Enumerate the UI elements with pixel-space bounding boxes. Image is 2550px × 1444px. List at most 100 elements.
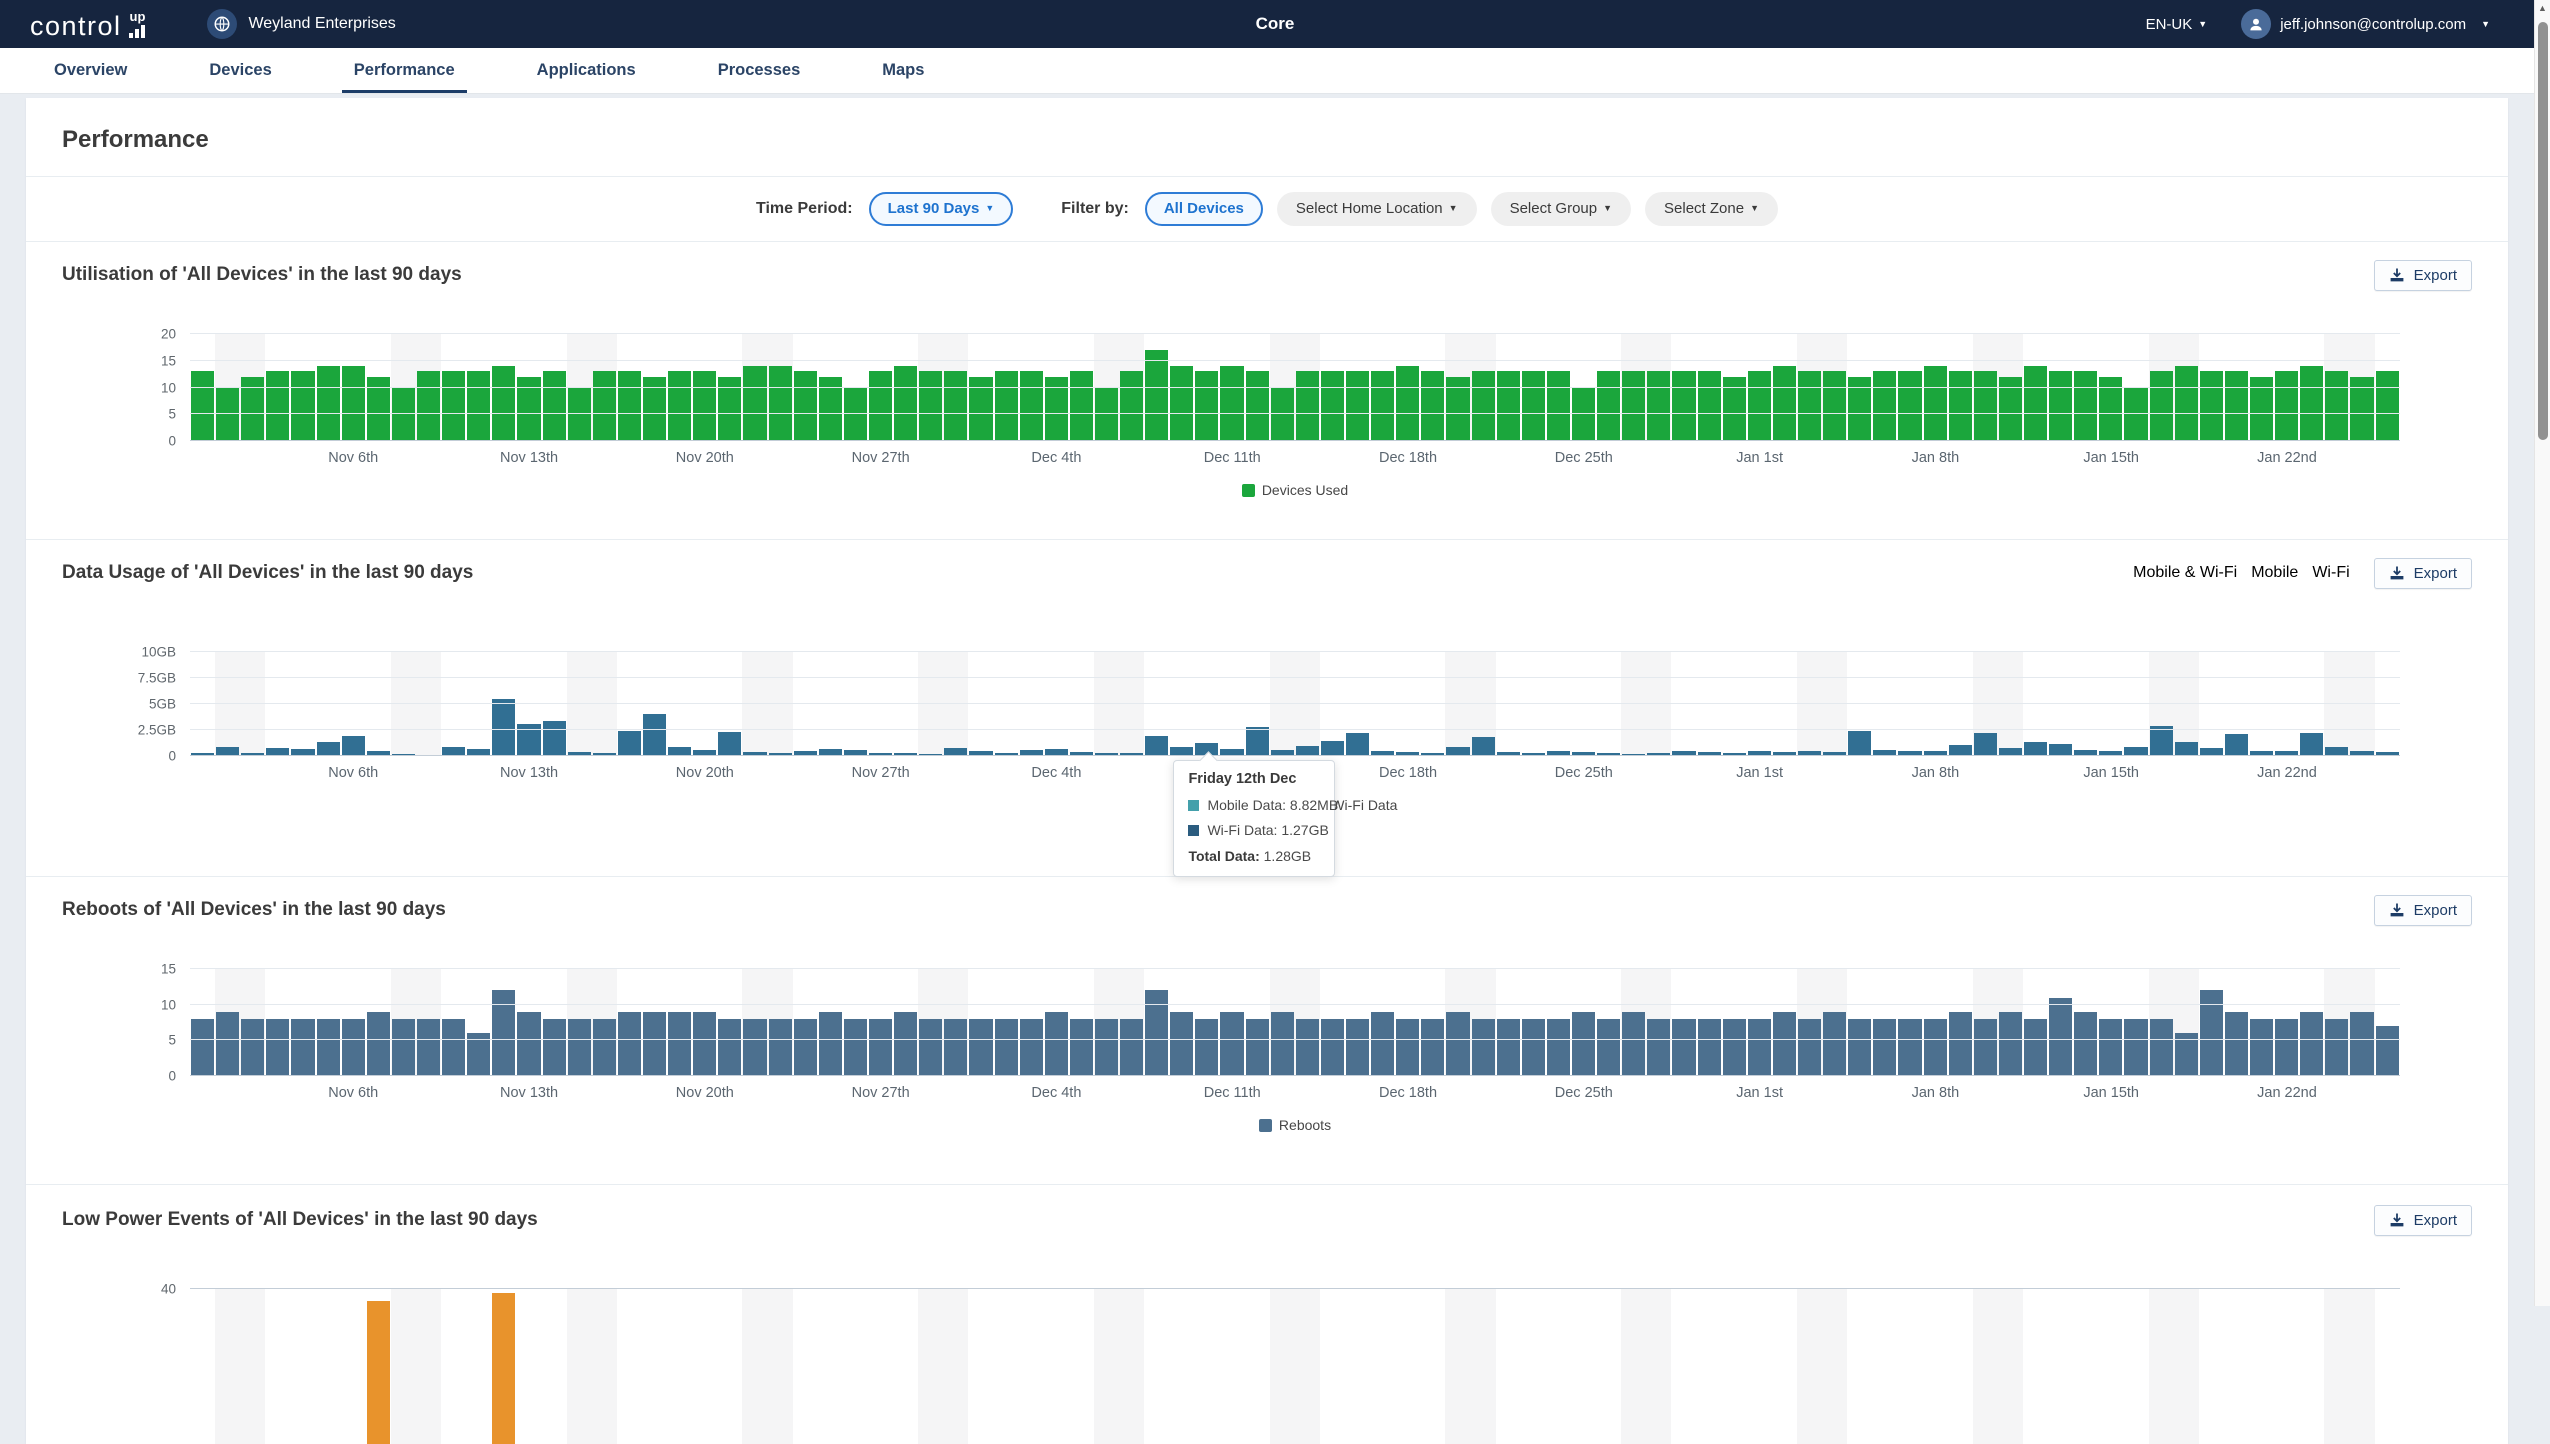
bar[interactable] — [743, 1019, 766, 1076]
day-column[interactable] — [1722, 334, 1747, 441]
day-column[interactable] — [1471, 334, 1496, 441]
day-column[interactable] — [1646, 652, 1671, 756]
day-column[interactable] — [1697, 969, 1722, 1076]
zone-dropdown[interactable]: Select Zone▼ — [1645, 192, 1778, 227]
bar[interactable] — [1497, 1019, 1520, 1076]
day-column[interactable] — [1245, 652, 1270, 756]
day-column[interactable] — [2098, 334, 2123, 441]
bar[interactable] — [392, 1019, 415, 1076]
day-column[interactable] — [391, 1289, 416, 1444]
bar[interactable] — [1170, 1012, 1193, 1076]
bar[interactable] — [1321, 371, 1344, 441]
day-column[interactable] — [943, 334, 968, 441]
day-column[interactable] — [2224, 1289, 2249, 1444]
day-column[interactable] — [868, 969, 893, 1076]
day-column[interactable] — [1345, 334, 1370, 441]
day-column[interactable] — [2073, 652, 2098, 756]
day-column[interactable] — [1320, 334, 1345, 441]
day-column[interactable] — [366, 969, 391, 1076]
day-column[interactable] — [1496, 1289, 1521, 1444]
bar[interactable] — [266, 371, 289, 441]
day-column[interactable] — [1822, 1289, 1847, 1444]
day-column[interactable] — [1270, 652, 1295, 756]
day-column[interactable] — [1973, 969, 1998, 1076]
day-column[interactable] — [1370, 334, 1395, 441]
day-column[interactable] — [1948, 1289, 1973, 1444]
day-column[interactable] — [366, 1289, 391, 1444]
day-column[interactable] — [1521, 334, 1546, 441]
day-column[interactable] — [1270, 969, 1295, 1076]
day-column[interactable] — [1546, 652, 1571, 756]
bar[interactable] — [944, 371, 967, 441]
day-column[interactable] — [2375, 1289, 2400, 1444]
day-column[interactable] — [290, 334, 315, 441]
vertical-scrollbar[interactable]: ▲ — [2534, 0, 2550, 1306]
day-column[interactable] — [567, 334, 592, 441]
bar[interactable] — [2049, 371, 2072, 441]
day-column[interactable] — [1094, 969, 1119, 1076]
bar[interactable] — [2175, 366, 2198, 441]
day-column[interactable] — [265, 1289, 290, 1444]
bar[interactable] — [517, 1012, 540, 1076]
day-column[interactable] — [592, 334, 617, 441]
bar[interactable] — [693, 371, 716, 441]
day-column[interactable] — [2023, 334, 2048, 441]
day-column[interactable] — [1370, 1289, 1395, 1444]
day-column[interactable] — [2274, 334, 2299, 441]
day-column[interactable] — [1621, 652, 1646, 756]
day-column[interactable] — [466, 1289, 491, 1444]
day-column[interactable] — [1923, 652, 1948, 756]
day-column[interactable] — [1219, 969, 1244, 1076]
day-column[interactable] — [1671, 969, 1696, 1076]
bar[interactable] — [1773, 1012, 1796, 1076]
bar[interactable] — [417, 1019, 440, 1076]
day-column[interactable] — [366, 652, 391, 756]
bar[interactable] — [2024, 742, 2047, 756]
bar[interactable] — [1522, 371, 1545, 441]
bar[interactable] — [769, 1019, 792, 1076]
day-column[interactable] — [592, 652, 617, 756]
bar[interactable] — [1723, 1019, 1746, 1076]
bar[interactable] — [1924, 366, 1947, 441]
bar[interactable] — [1120, 371, 1143, 441]
day-column[interactable] — [717, 1289, 742, 1444]
day-column[interactable] — [1621, 1289, 1646, 1444]
day-column[interactable] — [793, 334, 818, 441]
bar[interactable] — [467, 371, 490, 441]
bar[interactable] — [1924, 1019, 1947, 1076]
day-column[interactable] — [2098, 969, 2123, 1076]
data-usage-chart[interactable]: Friday 12th Dec Mobile Data: 8.82MB Wi-F… — [190, 652, 2400, 756]
bar[interactable] — [1974, 733, 1997, 756]
reboots-chart[interactable] — [190, 969, 2400, 1076]
bar[interactable] — [1999, 1012, 2022, 1076]
bar[interactable] — [1371, 371, 1394, 441]
day-column[interactable] — [1019, 334, 1044, 441]
scrollbar-up-arrow-icon[interactable]: ▲ — [2535, 3, 2550, 13]
bar[interactable] — [1898, 371, 1921, 441]
day-column[interactable] — [1923, 969, 1948, 1076]
day-column[interactable] — [1094, 1289, 1119, 1444]
day-column[interactable] — [1094, 334, 1119, 441]
bar[interactable] — [593, 371, 616, 441]
day-column[interactable] — [542, 652, 567, 756]
tab-performance[interactable]: Performance — [342, 48, 467, 93]
bar[interactable] — [492, 366, 515, 441]
bar[interactable] — [1949, 1012, 1972, 1076]
bar[interactable] — [1296, 1019, 1319, 1076]
bar[interactable] — [1095, 1019, 1118, 1076]
day-column[interactable] — [893, 334, 918, 441]
export-button[interactable]: Export — [2374, 260, 2472, 291]
day-column[interactable] — [1571, 652, 1596, 756]
day-column[interactable] — [1797, 969, 1822, 1076]
day-column[interactable] — [617, 969, 642, 1076]
day-column[interactable] — [2324, 334, 2349, 441]
bar[interactable] — [844, 1019, 867, 1076]
day-column[interactable] — [1621, 334, 1646, 441]
day-column[interactable] — [1345, 652, 1370, 756]
day-column[interactable] — [1722, 652, 1747, 756]
toggle-mobile[interactable]: Mobile — [2251, 564, 2298, 582]
bar[interactable] — [492, 699, 515, 756]
day-column[interactable] — [943, 652, 968, 756]
day-column[interactable] — [316, 1289, 341, 1444]
bar[interactable] — [1321, 741, 1344, 756]
